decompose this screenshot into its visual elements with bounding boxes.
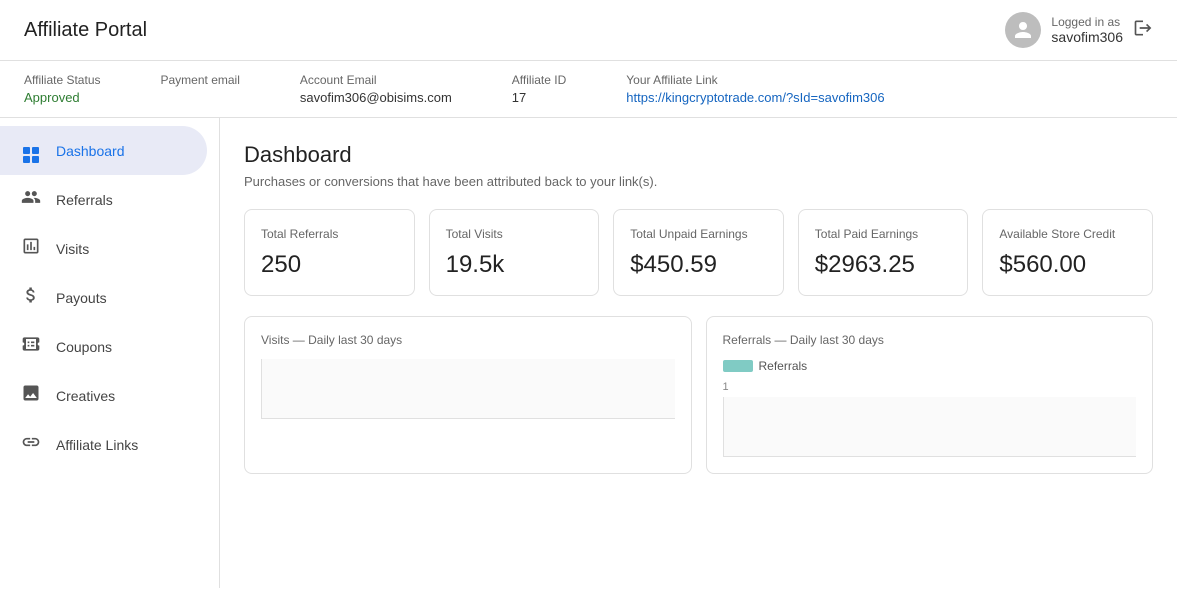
chart-title-visits: Visits — Daily last 30 days xyxy=(261,333,675,347)
affiliate-links-icon xyxy=(20,432,42,457)
page-subtitle: Purchases or conversions that have been … xyxy=(244,174,1153,189)
chart-title-referrals: Referrals — Daily last 30 days xyxy=(723,333,1137,347)
stat-value-paid: $2963.25 xyxy=(815,251,952,279)
chart-area-visits xyxy=(261,359,675,419)
content-area: Dashboard Purchases or conversions that … xyxy=(220,118,1177,588)
stat-label-referrals: Total Referrals xyxy=(261,226,398,243)
stat-label-visits: Total Visits xyxy=(446,226,583,243)
sidebar-label-payouts: Payouts xyxy=(56,290,107,306)
sidebar-item-visits[interactable]: Visits xyxy=(0,224,207,273)
sidebar-item-affiliate-links[interactable]: Affiliate Links xyxy=(0,420,207,469)
info-bar: Affiliate Status Approved Payment email … xyxy=(0,61,1177,118)
chart-card-referrals: Referrals — Daily last 30 days Referrals… xyxy=(706,316,1154,474)
stat-card-visits: Total Visits 19.5k xyxy=(429,209,600,296)
stat-label-paid: Total Paid Earnings xyxy=(815,226,952,243)
sidebar-item-creatives[interactable]: Creatives xyxy=(0,371,207,420)
username: savofim306 xyxy=(1051,29,1123,45)
affiliate-link-label: Your Affiliate Link xyxy=(626,73,884,87)
stats-row: Total Referrals 250 Total Visits 19.5k T… xyxy=(244,209,1153,296)
main-layout: Dashboard Referrals Visits xyxy=(0,118,1177,588)
sidebar-label-referrals: Referrals xyxy=(56,192,113,208)
sidebar: Dashboard Referrals Visits xyxy=(0,118,220,588)
charts-row: Visits — Daily last 30 days Referrals — … xyxy=(244,316,1153,474)
chart-area-referrals xyxy=(723,397,1137,457)
account-email-item: Account Email savofim306@obisims.com xyxy=(300,73,452,105)
stat-card-credit: Available Store Credit $560.00 xyxy=(982,209,1153,296)
stat-value-referrals: 250 xyxy=(261,251,398,279)
account-email-value: savofim306@obisims.com xyxy=(300,90,452,105)
sidebar-label-affiliate-links: Affiliate Links xyxy=(56,437,138,453)
dashboard-icon xyxy=(20,138,42,163)
stat-label-credit: Available Store Credit xyxy=(999,226,1136,243)
sidebar-item-referrals[interactable]: Referrals xyxy=(0,175,207,224)
stat-label-unpaid: Total Unpaid Earnings xyxy=(630,226,767,243)
sidebar-label-dashboard: Dashboard xyxy=(56,143,125,159)
affiliate-status-item: Affiliate Status Approved xyxy=(24,73,101,105)
stat-value-visits: 19.5k xyxy=(446,251,583,279)
affiliate-id-label: Affiliate ID xyxy=(512,73,566,87)
avatar xyxy=(1005,12,1041,48)
payouts-icon xyxy=(20,285,42,310)
affiliate-link-value: https://kingcryptotrade.com/?sId=savofim… xyxy=(626,90,884,105)
stat-value-credit: $560.00 xyxy=(999,251,1136,279)
sidebar-item-dashboard[interactable]: Dashboard xyxy=(0,126,207,175)
affiliate-status-label: Affiliate Status xyxy=(24,73,101,87)
sidebar-item-coupons[interactable]: Coupons xyxy=(0,322,207,371)
user-info: Logged in as savofim306 xyxy=(1005,12,1153,48)
stat-card-unpaid: Total Unpaid Earnings $450.59 xyxy=(613,209,784,296)
legend-label-referrals: Referrals xyxy=(759,359,808,373)
sidebar-label-visits: Visits xyxy=(56,241,89,257)
affiliate-id-value: 17 xyxy=(512,90,526,105)
chart-legend-referrals: Referrals xyxy=(723,359,1137,373)
page-title: Dashboard xyxy=(244,142,1153,168)
stat-card-paid: Total Paid Earnings $2963.25 xyxy=(798,209,969,296)
referrals-icon xyxy=(20,187,42,212)
affiliate-id-item: Affiliate ID 17 xyxy=(512,73,566,105)
top-header: Affiliate Portal Logged in as savofim306 xyxy=(0,0,1177,61)
app-title: Affiliate Portal xyxy=(24,19,147,42)
coupons-icon xyxy=(20,334,42,359)
sidebar-label-coupons: Coupons xyxy=(56,339,112,355)
logged-in-label: Logged in as xyxy=(1051,15,1123,29)
stat-card-referrals: Total Referrals 250 xyxy=(244,209,415,296)
sidebar-label-creatives: Creatives xyxy=(56,388,115,404)
affiliate-status-value: Approved xyxy=(24,90,80,105)
visits-icon xyxy=(20,236,42,261)
affiliate-link-item: Your Affiliate Link https://kingcryptotr… xyxy=(626,73,884,105)
person-icon xyxy=(1013,20,1033,40)
user-details: Logged in as savofim306 xyxy=(1051,15,1123,45)
chart-y-label: 1 xyxy=(723,381,1137,393)
account-email-label: Account Email xyxy=(300,73,452,87)
payment-email-item: Payment email xyxy=(161,73,240,89)
creatives-icon xyxy=(20,383,42,408)
logout-button[interactable] xyxy=(1133,18,1153,43)
chart-card-visits: Visits — Daily last 30 days xyxy=(244,316,692,474)
payment-email-label: Payment email xyxy=(161,73,240,87)
sidebar-item-payouts[interactable]: Payouts xyxy=(0,273,207,322)
stat-value-unpaid: $450.59 xyxy=(630,251,767,279)
legend-color-referrals xyxy=(723,360,753,372)
